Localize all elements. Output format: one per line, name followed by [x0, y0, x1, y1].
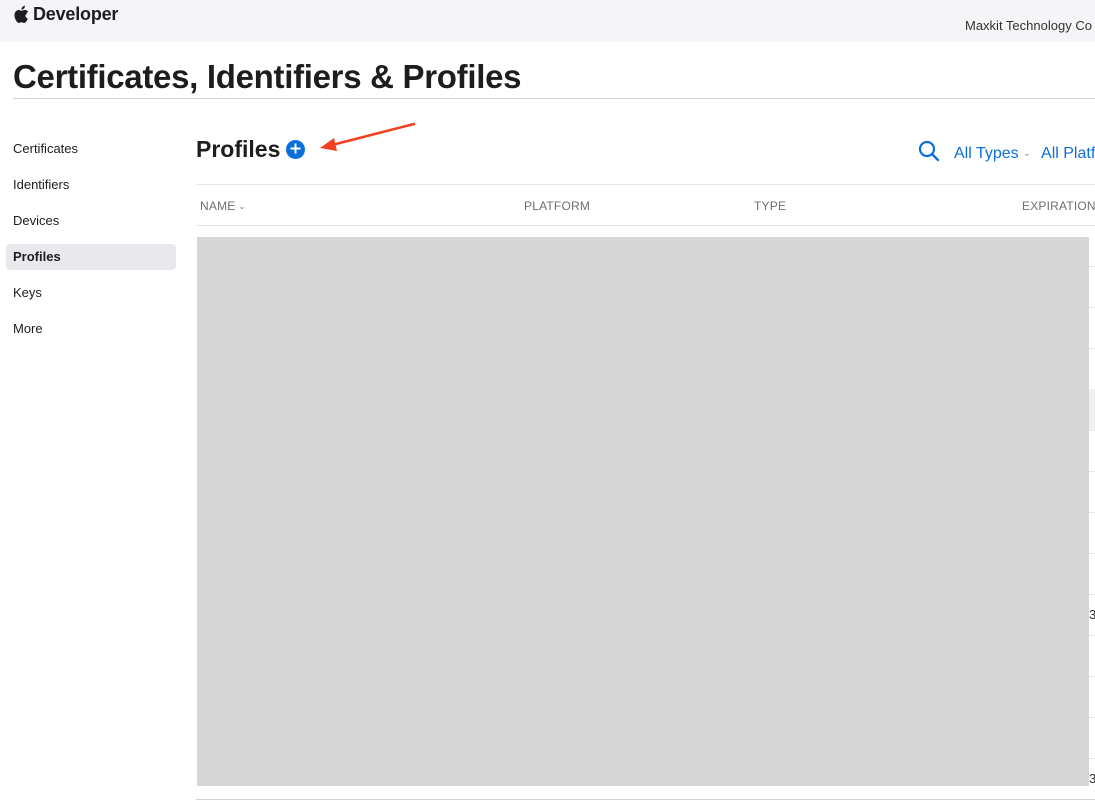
plus-circle-icon — [290, 141, 301, 159]
type-filter-label: All Types — [954, 144, 1019, 162]
column-header-type[interactable]: TYPE — [754, 199, 786, 213]
sidebar-item-certificates[interactable]: Certificates — [6, 136, 176, 162]
column-header-platform[interactable]: PLATFORM — [524, 199, 590, 213]
brand-name: Developer — [33, 4, 119, 24]
row-divider — [1089, 594, 1095, 595]
row-divider — [1089, 266, 1095, 267]
search-button[interactable] — [918, 140, 940, 167]
developer-home-link[interactable]: Developer — [13, 4, 118, 25]
row-divider — [1089, 348, 1095, 349]
chevron-down-icon: ⌄ — [238, 202, 246, 211]
sidebar-item-keys[interactable]: Keys — [6, 280, 176, 306]
type-filter-dropdown[interactable]: All Types ⌄ — [954, 145, 1031, 163]
chevron-down-icon: ⌄ — [1022, 147, 1032, 159]
page-title: Certificates, Identifiers & Profiles — [13, 58, 522, 95]
row-divider — [1089, 512, 1095, 513]
apple-logo-icon — [13, 5, 29, 24]
platform-filter-dropdown[interactable]: All Platf — [1041, 145, 1095, 163]
table-header: NAME ⌄ PLATFORM TYPE EXPIRATION — [196, 185, 1095, 225]
column-header-expiration[interactable]: EXPIRATION — [1022, 199, 1095, 213]
table-header-divider — [196, 225, 1095, 226]
row-edge-text: 3 — [1089, 607, 1095, 622]
row-divider — [1089, 430, 1095, 431]
column-header-name[interactable]: NAME ⌄ — [200, 199, 245, 213]
table-row-highlight — [1089, 389, 1095, 430]
row-divider — [1089, 553, 1095, 554]
row-divider — [1089, 758, 1095, 759]
sidebar-item-identifiers[interactable]: Identifiers — [6, 172, 176, 198]
row-divider — [1089, 307, 1095, 308]
row-divider — [1089, 676, 1095, 677]
section-header: Profiles — [196, 136, 306, 163]
sidebar-item-devices[interactable]: Devices — [6, 208, 176, 234]
row-edge-text: 3 — [1089, 771, 1095, 786]
table-bottom-divider — [196, 799, 1095, 800]
column-header-name-label: NAME — [200, 199, 236, 213]
row-divider — [1089, 471, 1095, 472]
global-nav-bar: Developer Maxkit Technology Co — [0, 0, 1095, 42]
row-divider — [1089, 635, 1095, 636]
account-name[interactable]: Maxkit Technology Co — [965, 18, 1092, 33]
section-title: Profiles — [196, 136, 281, 162]
search-icon — [918, 140, 940, 166]
sidebar: Certificates Identifiers Devices Profile… — [6, 136, 176, 352]
row-divider — [1089, 717, 1095, 718]
arrow-icon — [316, 118, 420, 159]
sidebar-item-profiles[interactable]: Profiles — [6, 244, 176, 270]
sidebar-item-more[interactable]: More — [6, 316, 176, 342]
redacted-table-rows — [197, 237, 1089, 786]
table-toolbar: All Types ⌄ All Platf — [918, 140, 1095, 167]
title-divider — [13, 98, 1095, 99]
add-profile-button[interactable] — [286, 140, 306, 159]
